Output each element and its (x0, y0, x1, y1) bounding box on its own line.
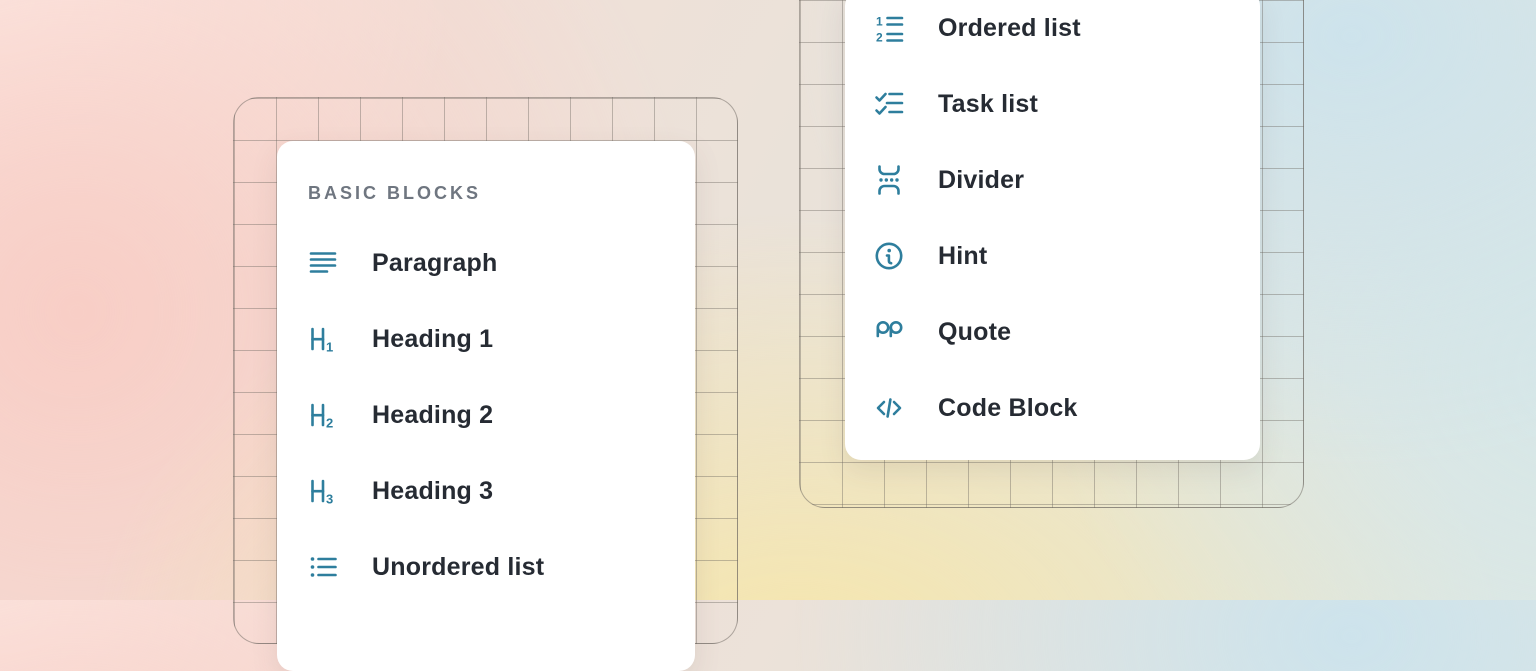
svg-text:2: 2 (876, 31, 883, 44)
basic-blocks-menu: BASIC BLOCKS Paragraph 1 Heading 1 2 Hea… (277, 141, 695, 671)
menu-item-label: Heading 3 (372, 477, 493, 506)
menu-item-label: Quote (938, 318, 1011, 347)
menu-item-label: Heading 1 (372, 325, 493, 354)
svg-text:1: 1 (876, 15, 883, 29)
unordered-list-icon (308, 552, 338, 582)
code-block-icon (874, 393, 904, 423)
more-blocks-list: 12 Ordered list Task list Divider Hint Q… (874, 0, 1232, 446)
menu-item-heading-2[interactable]: 2 Heading 2 (308, 377, 665, 453)
menu-item-heading-1[interactable]: 1 Heading 1 (308, 301, 665, 377)
quote-icon (874, 317, 904, 347)
task-list-icon (874, 89, 904, 119)
menu-item-divider[interactable]: Divider (874, 142, 1232, 218)
menu-item-label: Ordered list (938, 14, 1081, 43)
menu-item-label: Paragraph (372, 249, 497, 278)
svg-text:3: 3 (326, 492, 333, 507)
menu-item-label: Hint (938, 242, 987, 271)
ordered-list-icon: 12 (874, 13, 904, 43)
heading-1-icon: 1 (308, 324, 338, 354)
heading-2-icon: 2 (308, 400, 338, 430)
menu-item-unordered-list[interactable]: Unordered list (308, 529, 665, 605)
svg-text:1: 1 (326, 340, 333, 355)
svg-text:2: 2 (326, 416, 333, 431)
hint-icon (874, 241, 904, 271)
basic-blocks-list: Paragraph 1 Heading 1 2 Heading 2 3 Head… (308, 225, 665, 605)
menu-item-paragraph[interactable]: Paragraph (308, 225, 665, 301)
menu-item-code-block[interactable]: Code Block (874, 370, 1232, 446)
paragraph-icon (308, 248, 338, 278)
menu-item-hint[interactable]: Hint (874, 218, 1232, 294)
divider-icon (874, 165, 904, 195)
menu-item-label: Divider (938, 166, 1024, 195)
menu-item-ordered-list[interactable]: 12 Ordered list (874, 0, 1232, 66)
heading-3-icon: 3 (308, 476, 338, 506)
menu-item-label: Heading 2 (372, 401, 493, 430)
section-label-basic-blocks: BASIC BLOCKS (308, 181, 665, 205)
menu-item-quote[interactable]: Quote (874, 294, 1232, 370)
menu-item-heading-3[interactable]: 3 Heading 3 (308, 453, 665, 529)
more-blocks-menu: 12 Ordered list Task list Divider Hint Q… (845, 0, 1260, 460)
menu-item-task-list[interactable]: Task list (874, 66, 1232, 142)
menu-item-label: Unordered list (372, 553, 544, 582)
menu-item-label: Code Block (938, 394, 1078, 423)
menu-item-label: Task list (938, 90, 1038, 119)
